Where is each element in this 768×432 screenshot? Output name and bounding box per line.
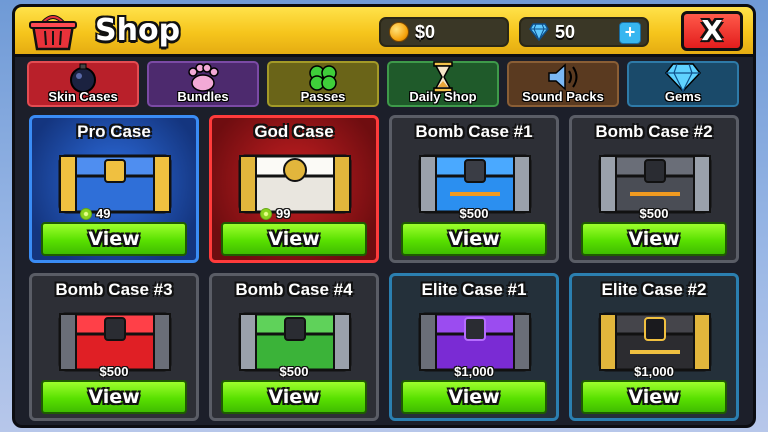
gem-amount: 50 — [555, 21, 576, 42]
case-card-bomb-3[interactable]: Bomb Case #3 $500 View — [29, 273, 199, 421]
tab-label: Daily Shop — [409, 89, 477, 104]
category-tabs: Skin Cases Bundles Passes Daily Shop Sou… — [15, 61, 753, 109]
case-price: 49 — [96, 206, 111, 221]
tab-label: Bundles — [177, 89, 229, 104]
shop-panel: Shop $0 50 + X Skin Cases Bundles Passes… — [12, 4, 756, 428]
case-card-bomb-2[interactable]: Bomb Case #2 $500 View — [569, 115, 739, 263]
case-card-bomb-1[interactable]: Bomb Case #1 $500 View — [389, 115, 559, 263]
coin-amount: $0 — [415, 21, 436, 42]
coin-icon — [389, 22, 409, 42]
view-button[interactable]: View — [41, 222, 187, 256]
shop-header: Shop $0 50 + X — [15, 7, 753, 57]
tab-daily-shop[interactable]: Daily Shop — [387, 61, 499, 107]
page-title: Shop — [95, 13, 181, 48]
view-button[interactable]: View — [401, 380, 547, 414]
case-name: Elite Case #2 — [601, 280, 707, 299]
tab-sound-packs[interactable]: Sound Packs — [507, 61, 619, 107]
case-name: Bomb Case #4 — [235, 280, 353, 299]
gem-balance: 50 + — [519, 17, 649, 47]
tab-bundles[interactable]: Bundles — [147, 61, 259, 107]
reputation-icon — [260, 208, 272, 220]
gem-icon — [529, 23, 549, 41]
case-price: $1,000 — [634, 364, 674, 379]
view-button[interactable]: View — [401, 222, 547, 256]
chest-icon — [58, 154, 172, 214]
case-name: Pro Case — [77, 122, 151, 141]
tab-label: Skin Cases — [48, 89, 118, 104]
case-price: 99 — [276, 206, 291, 221]
case-name: Bomb Case #3 — [55, 280, 173, 299]
add-gems-button[interactable]: + — [619, 22, 641, 44]
tab-skin-cases[interactable]: Skin Cases — [27, 61, 139, 107]
basket-icon — [29, 15, 77, 51]
case-card-pro[interactable]: Pro Case 49 View — [29, 115, 199, 263]
case-price: $1,000 — [454, 364, 494, 379]
case-price: $500 — [459, 206, 489, 221]
tab-gems[interactable]: Gems — [627, 61, 739, 107]
tab-label: Passes — [300, 89, 346, 104]
tab-passes[interactable]: Passes — [267, 61, 379, 107]
case-name: God Case — [254, 122, 334, 141]
case-price: $500 — [279, 364, 309, 379]
tab-label: Gems — [664, 89, 702, 104]
close-button[interactable]: X — [681, 11, 743, 51]
case-card-god[interactable]: God Case 99 View — [209, 115, 379, 263]
view-button[interactable]: View — [221, 380, 367, 414]
case-price: $500 — [99, 364, 129, 379]
case-price: $500 — [639, 206, 669, 221]
view-button[interactable]: View — [41, 380, 187, 414]
tab-label: Sound Packs — [522, 89, 604, 104]
case-card-elite-2[interactable]: Elite Case #2 $1,000 View — [569, 273, 739, 421]
case-name: Elite Case #1 — [421, 280, 527, 299]
coin-balance: $0 — [379, 17, 509, 47]
case-card-elite-1[interactable]: Elite Case #1 $1,000 View — [389, 273, 559, 421]
view-button[interactable]: View — [221, 222, 367, 256]
reputation-icon — [80, 208, 92, 220]
case-card-bomb-4[interactable]: Bomb Case #4 $500 View — [209, 273, 379, 421]
view-button[interactable]: View — [581, 380, 727, 414]
case-grid: Pro Case 49 View God Case 99 View Bomb C… — [29, 115, 745, 421]
case-name: Bomb Case #2 — [595, 122, 713, 141]
case-name: Bomb Case #1 — [415, 122, 533, 141]
chest-icon — [238, 154, 352, 214]
view-button[interactable]: View — [581, 222, 727, 256]
